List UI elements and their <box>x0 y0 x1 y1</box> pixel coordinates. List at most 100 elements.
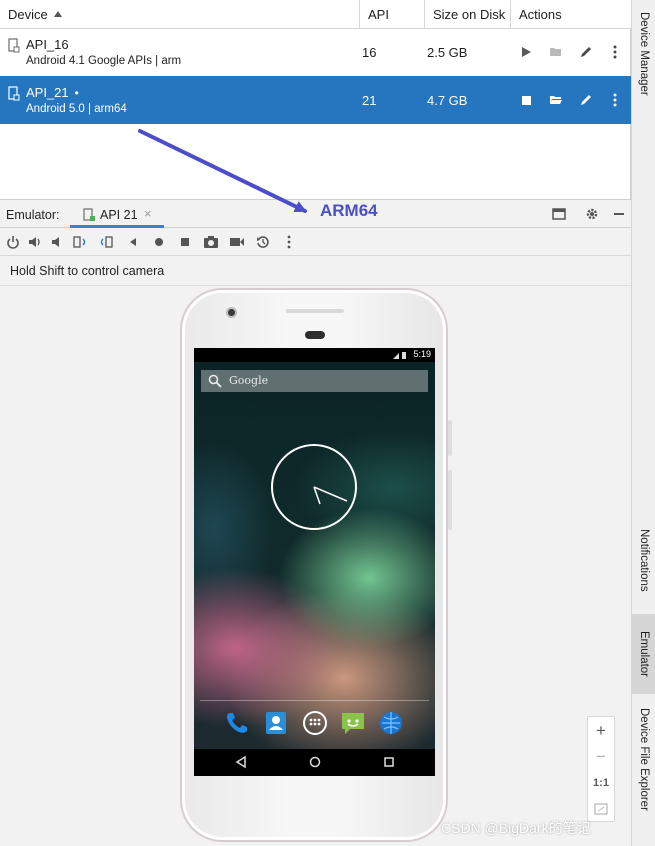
zoom-in-button[interactable]: + <box>588 718 614 744</box>
tool-tab-label: Emulator <box>638 630 650 678</box>
tool-tab-label: Device File Explorer <box>638 708 650 811</box>
proximity-sensor <box>305 331 325 339</box>
folder-icon <box>550 96 562 104</box>
search-placeholder: Google <box>229 374 269 387</box>
device-size: 2.5 GB <box>427 45 468 60</box>
home-icon[interactable] <box>151 234 167 250</box>
column-actions-label: Actions <box>519 7 562 22</box>
device-name: API_21 <box>26 85 69 100</box>
camera-hint-text: Hold Shift to control camera <box>10 264 165 278</box>
contacts-icon[interactable] <box>263 710 289 736</box>
minimize-icon[interactable] <box>612 207 626 224</box>
more-actions-button[interactable] <box>605 42 625 62</box>
tool-tab-label: Device Manager <box>638 12 650 96</box>
divider <box>0 285 631 286</box>
kebab-menu-icon <box>613 45 617 59</box>
gear-icon[interactable] <box>585 207 599 224</box>
overview-icon[interactable] <box>177 234 193 250</box>
stop-icon <box>521 95 531 105</box>
volume-up-icon[interactable] <box>27 234 43 250</box>
emulator-toolbar <box>0 228 631 256</box>
watermark: CSDN @BigDark的笔记 <box>441 820 591 836</box>
tool-tab-device-file-explorer[interactable]: Device File Explorer <box>632 708 655 842</box>
open-folder-button[interactable] <box>546 42 566 62</box>
nav-recents-icon[interactable] <box>382 755 396 769</box>
play-icon <box>522 47 531 57</box>
open-folder-button[interactable] <box>546 90 566 110</box>
device-subtitle: Android 4.1 Google APIs | arm <box>26 55 182 67</box>
phone-icon[interactable] <box>224 710 250 736</box>
tool-tab-device-manager[interactable]: Device Manager <box>632 6 655 102</box>
snapshot-icon[interactable] <box>255 234 271 250</box>
zoom-out-button[interactable]: − <box>588 744 614 770</box>
zoom-actual-size-button[interactable]: 1:1 <box>588 770 614 796</box>
column-size-label: Size on Disk <box>433 7 506 22</box>
phone-side-button[interactable] <box>448 470 452 530</box>
device-name-wrap: API_21 • <box>26 85 79 100</box>
emulator-header: Emulator: API 21 × <box>0 201 631 228</box>
tool-tab-notifications[interactable]: Notifications <box>632 514 655 606</box>
edit-button[interactable] <box>576 90 596 110</box>
device-row-api16[interactable]: API_16 Android 4.1 Google APIs | arm 16 … <box>0 28 631 76</box>
navigation-bar <box>194 749 435 776</box>
tab-api21[interactable]: API 21 × <box>70 201 164 228</box>
device-row-api21[interactable]: API_21 • Android 5.0 | arm64 21 4.7 GB <box>0 76 631 124</box>
pencil-icon <box>581 95 591 105</box>
more-icon[interactable] <box>281 234 297 250</box>
nav-back-icon[interactable] <box>234 755 248 769</box>
launch-button[interactable] <box>516 42 536 62</box>
status-time: 5:19 <box>413 349 431 359</box>
device-icon <box>8 86 20 101</box>
rotate-left-icon[interactable] <box>72 234 88 250</box>
more-actions-button[interactable] <box>605 90 625 110</box>
pencil-icon <box>581 47 591 57</box>
screenshot-icon[interactable] <box>203 234 219 250</box>
device-icon <box>8 38 20 53</box>
restore-window-icon[interactable] <box>552 207 566 224</box>
sort-ascending-icon <box>53 11 62 17</box>
folder-icon <box>550 48 561 56</box>
column-header-device[interactable]: Device <box>0 0 360 29</box>
phone-side-button[interactable] <box>448 420 452 456</box>
zoom-fit-icon[interactable] <box>588 796 614 822</box>
screen-record-icon[interactable] <box>229 234 245 250</box>
messaging-icon[interactable] <box>340 710 366 736</box>
device-running-icon <box>83 208 95 221</box>
right-tool-strip: Device Manager Notifications Emulator De… <box>631 0 655 846</box>
stop-button[interactable] <box>516 90 536 110</box>
analog-clock-icon <box>271 444 357 530</box>
front-camera <box>226 307 237 318</box>
column-api-label: API <box>368 7 389 22</box>
tool-tab-emulator[interactable]: Emulator <box>632 614 655 694</box>
back-icon[interactable] <box>125 234 141 250</box>
device-size: 4.7 GB <box>427 93 468 108</box>
device-manager-table: Device API Size on Disk Actions API_16 A… <box>0 0 631 200</box>
status-bar: 5:19 <box>194 348 435 362</box>
kebab-menu-icon <box>613 93 617 107</box>
column-header-size[interactable]: Size on Disk <box>425 0 511 29</box>
nav-home-icon[interactable] <box>308 755 322 769</box>
zoom-controls: + − 1:1 <box>587 716 615 822</box>
column-device-label: Device <box>8 7 48 22</box>
edit-button[interactable] <box>576 42 596 62</box>
column-header-api[interactable]: API <box>360 0 425 29</box>
device-api: 16 <box>362 45 377 60</box>
browser-icon[interactable] <box>378 710 404 736</box>
running-indicator: • <box>74 86 79 100</box>
column-header-actions: Actions <box>511 0 631 29</box>
device-name: API_16 <box>26 37 69 52</box>
device-subtitle: Android 5.0 | arm64 <box>26 103 127 115</box>
tool-tab-label: Notifications <box>638 528 650 592</box>
dock-divider <box>200 700 429 701</box>
device-api: 21 <box>362 93 377 108</box>
google-search-bar[interactable]: Google <box>201 370 428 392</box>
volume-down-icon[interactable] <box>49 234 65 250</box>
app-drawer-icon[interactable] <box>302 710 328 736</box>
tab-close-icon[interactable]: × <box>144 206 152 221</box>
earpiece-speaker <box>286 309 344 313</box>
phone-screen[interactable]: 5:19 Google <box>194 348 435 776</box>
power-icon[interactable] <box>5 234 21 250</box>
signal-battery-icon <box>393 352 406 359</box>
emulator-label: Emulator: <box>6 208 60 222</box>
rotate-right-icon[interactable] <box>98 234 114 250</box>
